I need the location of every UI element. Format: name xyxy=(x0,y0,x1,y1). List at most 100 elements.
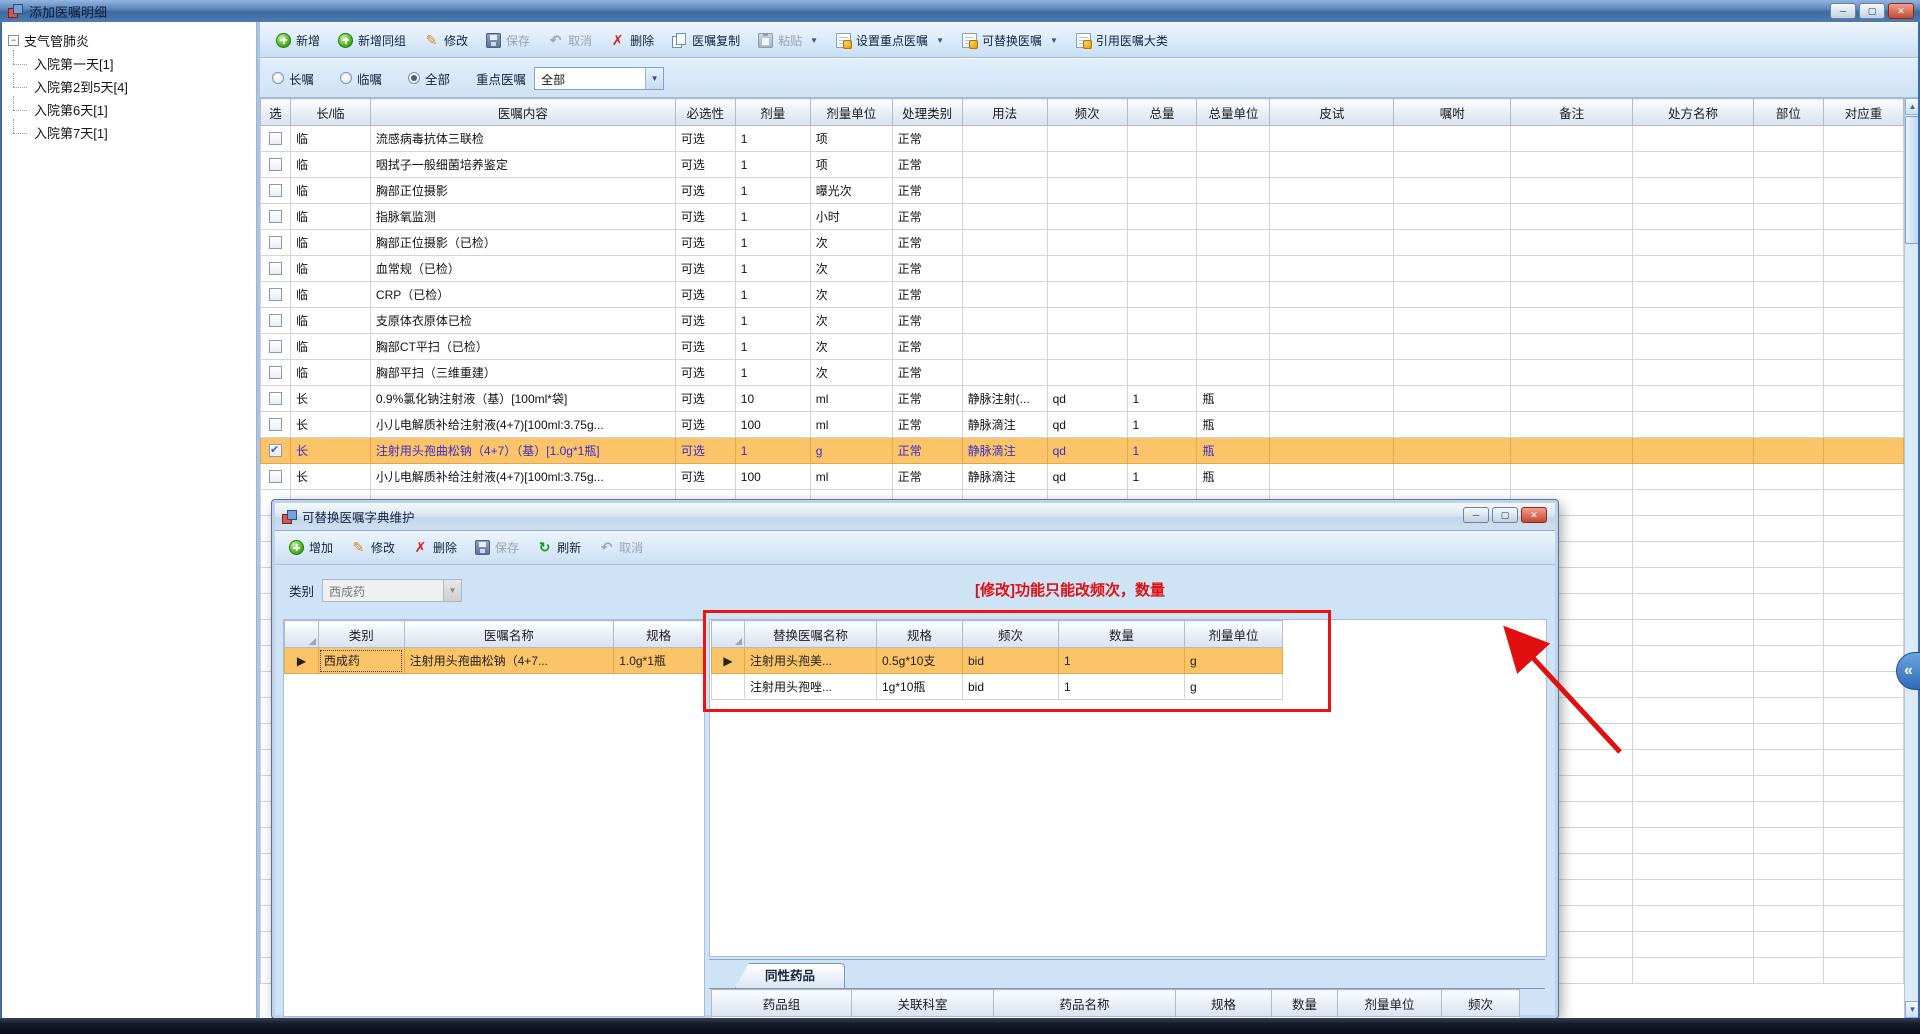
order-row[interactable]: 临流感病毒抗体三联检 可选 1 项正常 xyxy=(260,125,1904,152)
dialog-maximize-button[interactable]: ▢ xyxy=(1492,507,1518,523)
tree-item-day-4[interactable]: 入院第7天[1] xyxy=(2,119,256,144)
column-header-2[interactable]: 频次 xyxy=(962,620,1059,648)
key-order-combobox[interactable]: 全部 ▼ xyxy=(534,66,665,90)
column-header-14[interactable]: 处方名称 xyxy=(1632,98,1754,126)
column-header-2[interactable]: 规格 xyxy=(613,620,704,648)
column-header-1[interactable]: 关联科室 xyxy=(851,989,994,1017)
dlg-save-button[interactable]: 保存 xyxy=(467,535,527,560)
dialog-minimize-button[interactable]: ─ xyxy=(1463,507,1489,523)
column-header-8[interactable]: 频次 xyxy=(1046,98,1128,126)
chevron-down-icon[interactable]: ▼ xyxy=(1050,36,1058,45)
order-row[interactable]: 临血常规（已检） 可选 1 次正常 xyxy=(260,255,1904,282)
order-row[interactable]: 临支原体衣原体已检 可选 1 次正常 xyxy=(260,307,1904,334)
column-header-7[interactable]: 用法 xyxy=(961,98,1048,126)
replaceable-order-button[interactable]: 可替换医嘱 ▼ xyxy=(954,28,1066,53)
column-header-11[interactable]: 皮试 xyxy=(1269,98,1395,126)
dlg-delete-button[interactable]: ✗ 删除 xyxy=(405,535,465,560)
column-header-4[interactable]: 数量 xyxy=(1271,989,1338,1017)
row-checkbox[interactable] xyxy=(268,418,282,431)
column-header-2[interactable]: 药品名称 xyxy=(993,989,1176,1017)
row-checkbox[interactable] xyxy=(268,288,282,301)
dialog-close-button[interactable]: ✕ xyxy=(1521,507,1547,523)
column-header-4[interactable]: 剂量单位 xyxy=(1184,620,1283,648)
column-header-3[interactable]: 必选性 xyxy=(674,98,736,126)
maximize-button[interactable]: ▢ xyxy=(1859,3,1885,19)
ref-order-class-button[interactable]: 引用医嘱大类 xyxy=(1068,28,1176,53)
dlg-modify-button[interactable]: ✎ 修改 xyxy=(343,535,403,560)
chevron-down-icon[interactable]: ▼ xyxy=(810,36,818,45)
tree-item-day-2[interactable]: 入院第2到5天[4] xyxy=(2,73,256,98)
tree-item-day-1[interactable]: 入院第一天[1] xyxy=(2,50,256,75)
new-same-group-button[interactable]: 新增同组 xyxy=(330,28,414,53)
radio-temp-order[interactable]: 临嘱 xyxy=(340,69,382,88)
chevron-down-icon[interactable]: ▼ xyxy=(936,36,944,45)
tab-same-type-drugs[interactable]: 同性药品 xyxy=(735,963,845,988)
column-header-2[interactable]: 医嘱内容 xyxy=(369,98,676,126)
set-key-order-button[interactable]: 设置重点医嘱 ▼ xyxy=(828,28,952,53)
column-header-3[interactable]: 数量 xyxy=(1058,620,1185,648)
row-checkbox[interactable] xyxy=(268,236,282,249)
delete-button[interactable]: ✗ 删除 xyxy=(602,28,662,53)
row-checkbox[interactable] xyxy=(268,262,282,275)
grid-row[interactable]: 注射用头孢唑... 1g*10瓶 bid 1 g xyxy=(711,673,1283,700)
tree-collapse-icon[interactable]: − xyxy=(8,35,19,46)
column-header-9[interactable]: 总量 xyxy=(1126,98,1198,126)
radio-all[interactable]: 全部 xyxy=(408,69,450,88)
row-checkbox[interactable] xyxy=(268,392,282,405)
row-checkbox[interactable] xyxy=(268,314,282,327)
order-row[interactable]: 临咽拭子一般细菌培养鉴定 可选 1 项正常 xyxy=(260,151,1904,178)
paste-button[interactable]: 粘贴 ▼ xyxy=(750,28,826,53)
modify-button[interactable]: ✎ 修改 xyxy=(416,28,476,53)
grid-row[interactable]: ▶ 西成药 注射用头孢曲松钠（4+7... 1.0g*1瓶 xyxy=(284,647,704,674)
panel-splitter[interactable] xyxy=(257,22,260,1018)
row-checkbox[interactable] xyxy=(268,158,282,171)
column-header-4[interactable]: 剂量 xyxy=(734,98,811,126)
row-checkbox[interactable] xyxy=(268,443,282,457)
chevron-down-icon[interactable]: ▼ xyxy=(645,67,664,89)
row-checkbox[interactable] xyxy=(268,470,282,483)
order-row[interactable]: 临 CRP（已检） 可选 1 次正常 xyxy=(260,281,1904,308)
minimize-button[interactable]: ─ xyxy=(1830,3,1856,19)
column-header-12[interactable]: 嘱咐 xyxy=(1393,98,1512,126)
column-header-10[interactable]: 总量单位 xyxy=(1196,98,1271,126)
copy-order-button[interactable]: 医嘱复制 xyxy=(664,28,748,53)
new-order-button[interactable]: 新增 xyxy=(268,28,328,53)
order-row[interactable]: 临胸部CT平扫（已检） 可选 1 次正常 xyxy=(260,333,1904,360)
column-header-0[interactable]: 药品组 xyxy=(711,989,852,1017)
grid-row[interactable]: ▶ 注射用头孢美... 0.5g*10支 bid 1 g xyxy=(711,647,1283,674)
order-row[interactable]: 长注射用头孢曲松钠（4+7）（基）[1.0g*1瓶]可选1g正常静脉滴注qd1瓶 xyxy=(260,437,1904,464)
dlg-add-button[interactable]: 增加 xyxy=(281,535,341,560)
tree-item-day-3[interactable]: 入院第6天[1] xyxy=(2,96,256,121)
row-checkbox[interactable] xyxy=(268,210,282,223)
column-header-1[interactable]: 规格 xyxy=(876,620,963,648)
column-header-16[interactable]: 对应重 xyxy=(1822,98,1904,126)
order-row[interactable]: 临指脉氧监测 可选 1 小时 正常 xyxy=(260,203,1904,230)
row-checkbox[interactable] xyxy=(268,366,282,379)
column-header-0[interactable]: 类别 xyxy=(317,620,405,648)
column-header-0[interactable]: 替换医嘱名称 xyxy=(744,620,877,648)
order-row[interactable]: 长小儿电解质补给注射液(4+7)[100ml:3.75g... 可选 100 ml 正常… xyxy=(260,411,1904,438)
column-header-13[interactable]: 备注 xyxy=(1510,98,1634,126)
row-checkbox[interactable] xyxy=(268,132,282,145)
order-row[interactable]: 临胸部正位摄影 可选 1 曝光次 正常 xyxy=(260,177,1904,204)
column-header-3[interactable]: 规格 xyxy=(1175,989,1272,1017)
tree-root-node[interactable]: − 支气管肺炎 xyxy=(2,22,256,52)
column-header-5[interactable]: 剂量单位 xyxy=(1337,989,1442,1017)
column-header-1[interactable]: 长/临 xyxy=(289,98,371,126)
column-header-15[interactable]: 部位 xyxy=(1752,98,1824,126)
close-button[interactable]: ✕ xyxy=(1888,3,1914,19)
order-row[interactable]: 长 0.9%氯化钠注射液（基）[100ml*袋] 可选 10 ml 正常 静脉注射(... q… xyxy=(260,385,1904,412)
dlg-refresh-button[interactable]: ↻ 刷新 xyxy=(529,535,589,560)
cancel-button[interactable]: ↶ 取消 xyxy=(540,28,600,53)
row-checkbox[interactable] xyxy=(268,184,282,197)
order-row[interactable]: 临胸部平扫（三维重建） 可选 1 次正常 xyxy=(260,359,1904,386)
column-header-6[interactable]: 处理类别 xyxy=(891,98,963,126)
save-button[interactable]: 保存 xyxy=(478,28,538,53)
radio-long-order[interactable]: 长嘱 xyxy=(272,69,314,88)
row-checkbox[interactable] xyxy=(268,340,282,353)
column-header-6[interactable]: 频次 xyxy=(1441,989,1520,1017)
dlg-cancel-button[interactable]: ↶ 取消 xyxy=(591,535,651,560)
column-header-5[interactable]: 剂量单位 xyxy=(809,98,893,126)
order-row[interactable]: 临胸部正位摄影（已检） 可选 1 次正常 xyxy=(260,229,1904,256)
column-header-0[interactable]: 选 xyxy=(260,98,291,126)
